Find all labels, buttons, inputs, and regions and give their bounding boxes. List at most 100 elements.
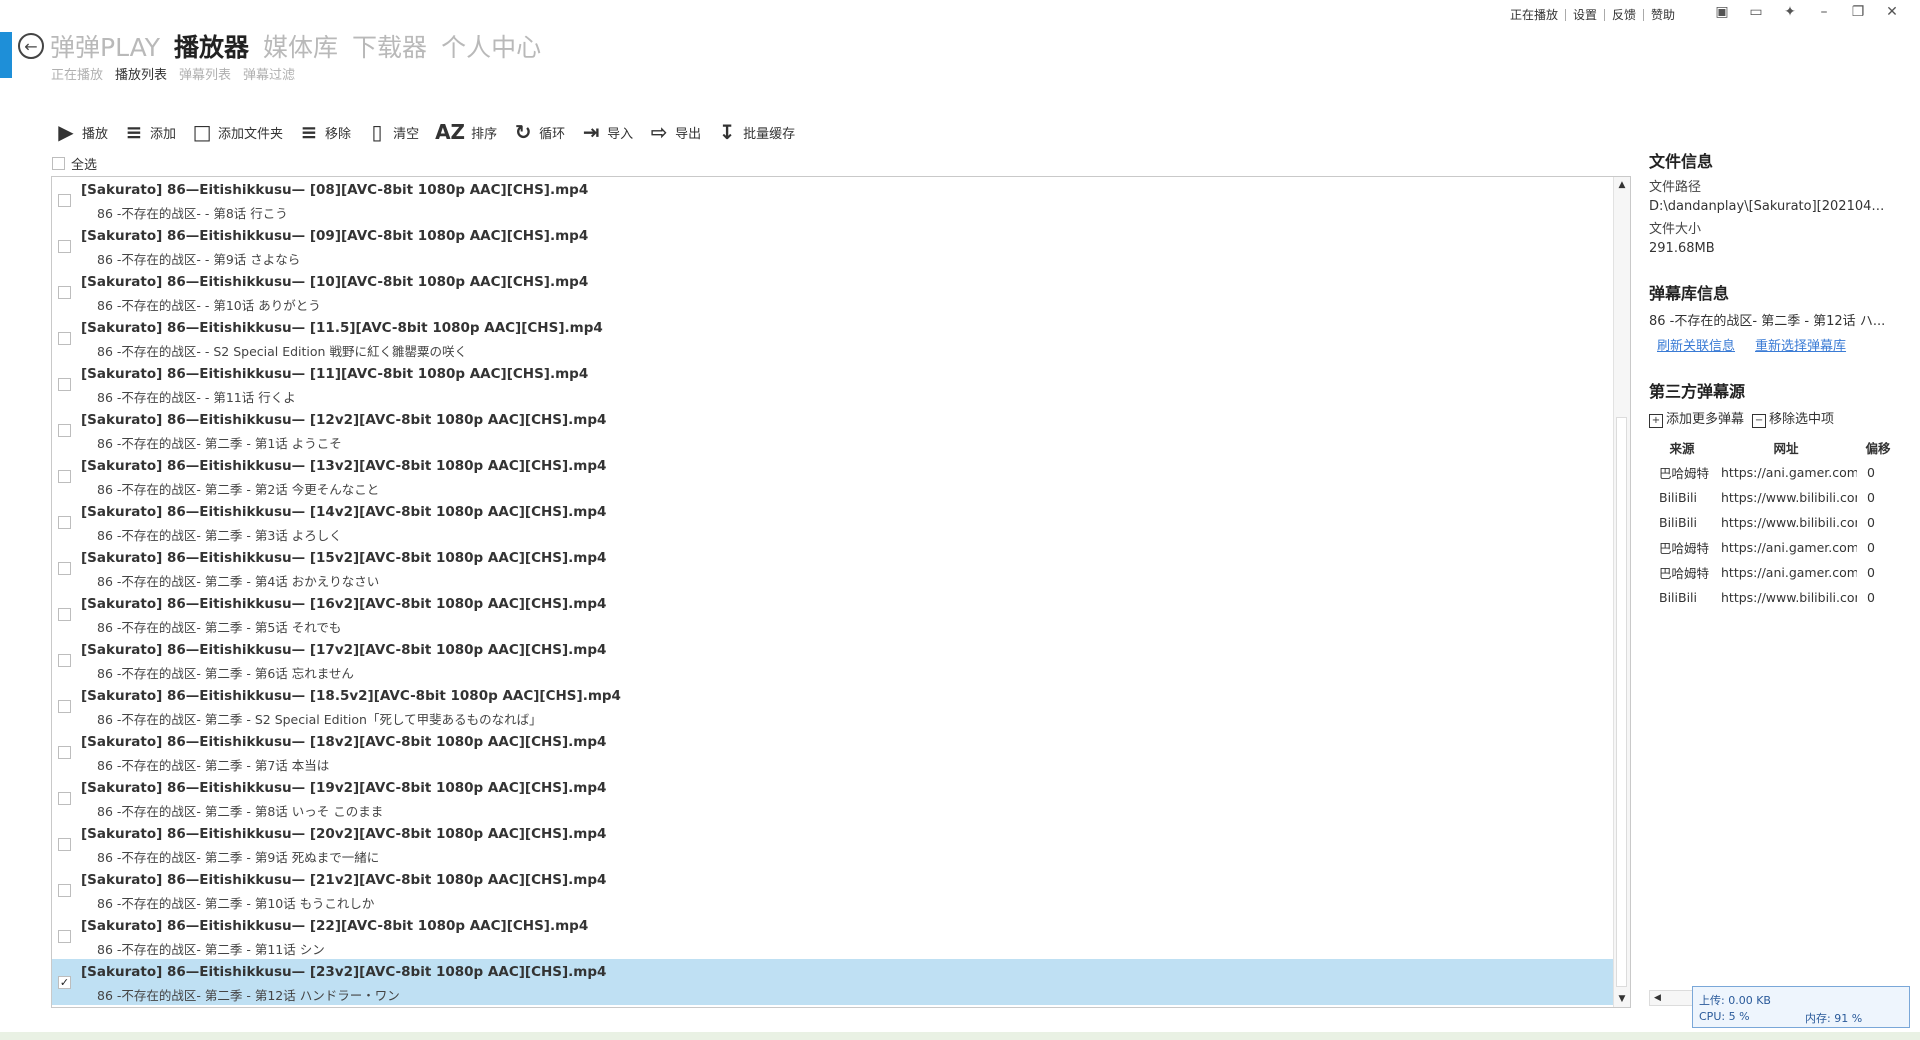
playlist-item[interactable]: [Sakurato] 86—Eitishikkusu— [11][AVC-8bi… [52, 361, 1614, 407]
add-danmaku-button[interactable]: + 添加更多弹幕 [1649, 408, 1744, 428]
tab-danmaku-filter[interactable]: 弹幕过滤 [243, 64, 295, 83]
main-nav-downloader[interactable]: 下载器 [352, 28, 427, 64]
import-button[interactable]: ⇥ 导入 [581, 120, 633, 144]
playlist-item[interactable]: [Sakurato] 86—Eitishikkusu— [14v2][AVC-8… [52, 499, 1614, 545]
export-button[interactable]: ⇨ 导出 [649, 120, 701, 144]
col-url[interactable]: 网址 [1715, 434, 1857, 460]
source-row[interactable]: 巴哈姆特 https://ani.gamer.com 0 [1649, 535, 1899, 560]
link-now-playing[interactable]: 正在播放 [1503, 6, 1565, 23]
item-title: [Sakurato] 86—Eitishikkusu— [18v2][AVC-8… [81, 734, 607, 750]
source-row[interactable]: BiliBili https://www.bilibili.com 0 [1649, 510, 1899, 535]
playlist-item[interactable]: [Sakurato] 86—Eitishikkusu— [08][AVC-8bi… [52, 177, 1614, 223]
tab-playlist[interactable]: 播放列表 [115, 64, 167, 83]
playlist-item[interactable]: [Sakurato] 86—Eitishikkusu— [17v2][AVC-8… [52, 637, 1614, 683]
link-feedback[interactable]: 反馈 [1605, 6, 1643, 23]
playlist-item[interactable]: ✓ [Sakurato] 86—Eitishikkusu— [23v2][AVC-… [52, 959, 1614, 1005]
item-checkbox[interactable] [58, 194, 71, 207]
reselect-link[interactable]: 重新选择弹幕库 [1755, 339, 1846, 354]
item-checkbox[interactable] [58, 286, 71, 299]
main-nav-player[interactable]: 播放器 [174, 28, 249, 64]
col-offset[interactable]: 偏移 [1857, 434, 1899, 460]
item-checkbox[interactable] [58, 470, 71, 483]
clear-button[interactable]: ▯ 清空 [367, 120, 420, 144]
source-row[interactable]: 巴哈姆特 https://ani.gamer.com 0 [1649, 560, 1899, 585]
item-checkbox[interactable] [58, 884, 71, 897]
sub-nav: 正在播放 播放列表 弹幕列表 弹幕过滤 [51, 64, 295, 83]
play-button[interactable]: ▶ 播放 [56, 120, 108, 144]
item-subtitle: 86 -不存在的战区- 第二季 - 第3话 よろしく [97, 528, 342, 543]
screen-icon[interactable]: ▭ [1746, 4, 1766, 20]
playlist-item[interactable]: [Sakurato] 86—Eitishikkusu— [09][AVC-8bi… [52, 223, 1614, 269]
scroll-thumb[interactable] [1616, 417, 1627, 987]
item-checkbox[interactable] [58, 424, 71, 437]
playlist-item[interactable]: [Sakurato] 86—Eitishikkusu— [22][AVC-8bi… [52, 913, 1614, 959]
batch-cache-button[interactable]: ↧ 批量缓存 [717, 120, 795, 144]
item-subtitle: 86 -不存在的战区- 第二季 - 第4话 おかえりなさい [97, 574, 380, 589]
item-title: [Sakurato] 86—Eitishikkusu— [21v2][AVC-8… [81, 872, 607, 888]
playlist-item[interactable]: [Sakurato] 86—Eitishikkusu— [12v2][AVC-8… [52, 407, 1614, 453]
item-checkbox[interactable] [58, 654, 71, 667]
item-checkbox[interactable] [58, 792, 71, 805]
source-row[interactable]: 巴哈姆特 https://ani.gamer.com 0 [1649, 460, 1899, 485]
scroll-left-icon[interactable]: ◀ [1654, 993, 1661, 1003]
source-row[interactable]: BiliBili https://www.bilibili.com 0 [1649, 585, 1899, 610]
item-checkbox[interactable] [58, 700, 71, 713]
refresh-link[interactable]: 刷新关联信息 [1657, 339, 1735, 354]
pin-icon[interactable]: ✦ [1780, 4, 1800, 20]
scroll-up-icon[interactable]: ▲ [1614, 177, 1630, 193]
scroll-down-icon[interactable]: ▼ [1614, 991, 1630, 1007]
minimize-icon[interactable]: – [1814, 4, 1834, 20]
restore-icon[interactable]: ❐ [1848, 4, 1868, 20]
tab-danmaku-list[interactable]: 弹幕列表 [179, 64, 231, 83]
loop-button[interactable]: ↻ 循环 [513, 120, 565, 144]
remove-list-icon: ≡ [300, 120, 318, 144]
item-checkbox[interactable] [58, 240, 71, 253]
main-nav-logo[interactable]: 弹弹PLAY [50, 28, 160, 64]
playlist-item[interactable]: [Sakurato] 86—Eitishikkusu— [15v2][AVC-8… [52, 545, 1614, 591]
source-row[interactable]: BiliBili https://www.bilibili.com 0 [1649, 485, 1899, 510]
playlist-item[interactable]: [Sakurato] 86—Eitishikkusu— [11.5][AVC-8… [52, 315, 1614, 361]
add-button[interactable]: ≡ 添加 [124, 120, 176, 144]
item-checkbox[interactable] [58, 332, 71, 345]
close-icon[interactable]: ✕ [1882, 4, 1902, 20]
select-all[interactable]: 全选 [52, 154, 97, 173]
camera-icon[interactable]: ▣ [1712, 4, 1732, 20]
playlist-item[interactable]: [Sakurato] 86—Eitishikkusu— [20v2][AVC-8… [52, 821, 1614, 867]
playlist-scrollbar[interactable]: ▲ ▼ [1613, 177, 1630, 1007]
add-folder-button[interactable]: □ 添加文件夹 [192, 120, 283, 144]
main-nav-library[interactable]: 媒体库 [263, 28, 338, 64]
source-cell: 巴哈姆特 [1659, 541, 1710, 556]
source-cell: 巴哈姆特 [1659, 466, 1710, 481]
link-settings[interactable]: 设置 [1566, 6, 1604, 23]
item-checkbox[interactable] [58, 516, 71, 529]
item-checkbox[interactable] [58, 930, 71, 943]
playlist-item[interactable]: [Sakurato] 86—Eitishikkusu— [21v2][AVC-8… [52, 867, 1614, 913]
playlist-item[interactable]: [Sakurato] 86—Eitishikkusu— [16v2][AVC-8… [52, 591, 1614, 637]
playlist-item[interactable]: [Sakurato] 86—Eitishikkusu— [18v2][AVC-8… [52, 729, 1614, 775]
sort-button[interactable]: AZ 排序 [435, 120, 497, 144]
col-source[interactable]: 来源 [1649, 434, 1715, 460]
sort-label: 排序 [471, 126, 498, 142]
playlist-item[interactable]: [Sakurato] 86—Eitishikkusu— [13v2][AVC-8… [52, 453, 1614, 499]
item-checkbox[interactable] [58, 608, 71, 621]
link-sponsor[interactable]: 赞助 [1644, 6, 1682, 23]
playlist-item[interactable]: [Sakurato] 86—Eitishikkusu— [19v2][AVC-8… [52, 775, 1614, 821]
accent-bar [0, 32, 12, 78]
item-checkbox[interactable] [58, 562, 71, 575]
item-checkbox[interactable]: ✓ [58, 976, 71, 989]
offset-cell: 0 [1867, 465, 1875, 480]
select-all-checkbox[interactable] [52, 157, 65, 170]
main-nav-profile[interactable]: 个人中心 [441, 28, 541, 64]
back-button[interactable]: ← [18, 33, 44, 59]
tab-now-playing[interactable]: 正在播放 [51, 64, 103, 83]
item-checkbox[interactable] [58, 746, 71, 759]
remove-button[interactable]: ≡ 移除 [299, 120, 351, 144]
item-checkbox[interactable] [58, 838, 71, 851]
playlist-item[interactable]: [Sakurato] 86—Eitishikkusu— [10][AVC-8bi… [52, 269, 1614, 315]
remove-selected-label: 移除选中项 [1769, 412, 1835, 427]
remove-selected-button[interactable]: − 移除选中项 [1752, 408, 1834, 428]
item-checkbox[interactable] [58, 378, 71, 391]
playlist-item[interactable]: [Sakurato] 86—Eitishikkusu— [18.5v2][AVC… [52, 683, 1614, 729]
item-subtitle: 86 -不存在的战区- 第二季 - 第2话 今更そんなこと [97, 482, 380, 497]
item-title: [Sakurato] 86—Eitishikkusu— [17v2][AVC-8… [81, 642, 607, 658]
